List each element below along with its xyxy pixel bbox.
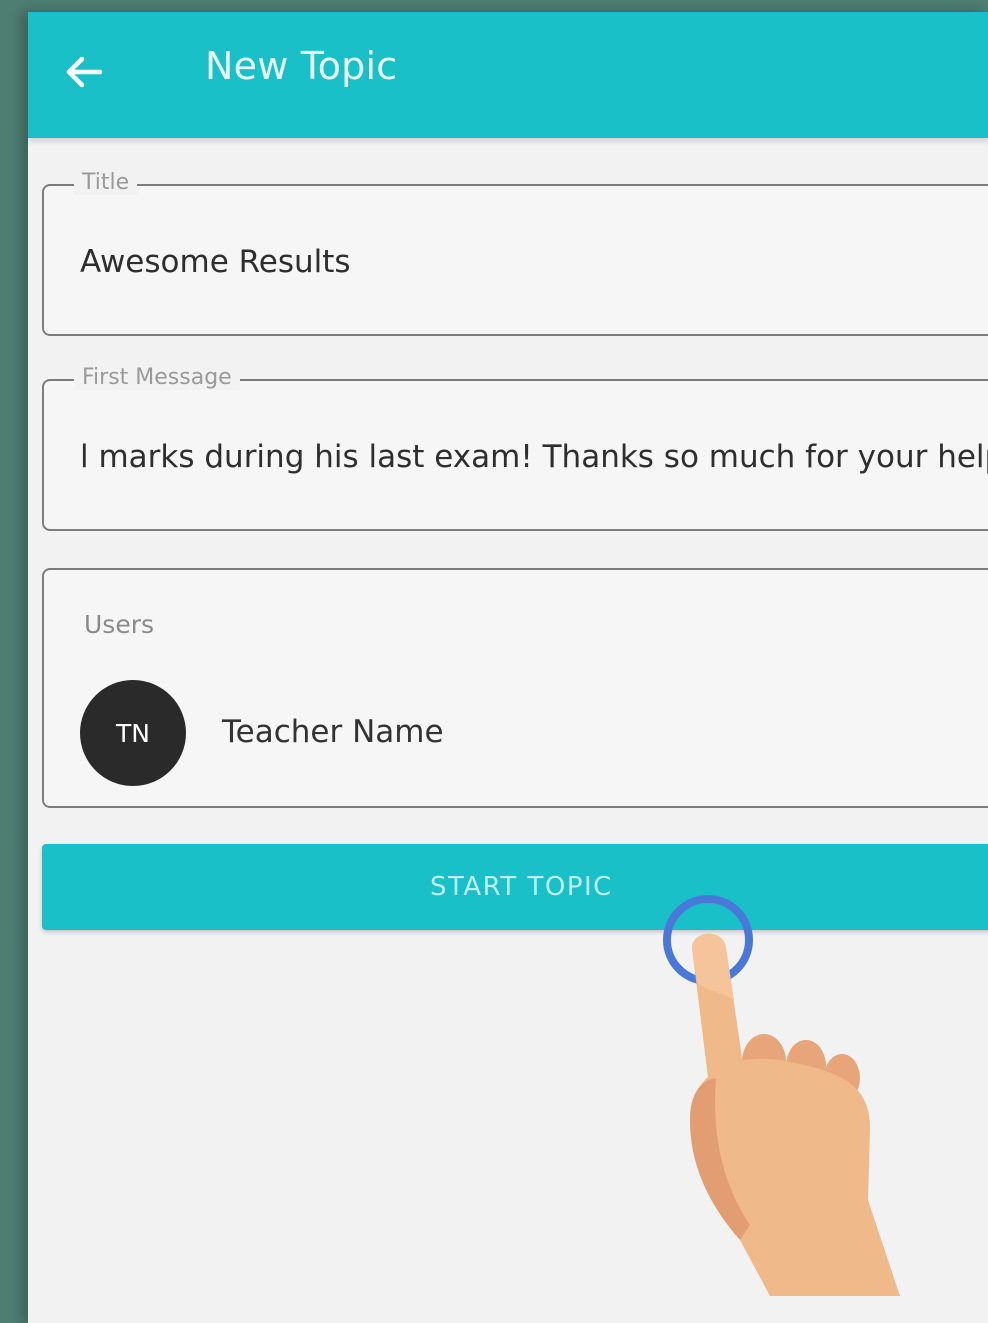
- app-screen: New Topic Title Awesome Results First Me…: [28, 12, 988, 1323]
- user-name: Teacher Name: [222, 714, 444, 750]
- start-topic-button[interactable]: START TOPIC: [42, 844, 988, 930]
- users-panel: Users TN Teacher Name: [42, 568, 988, 808]
- users-label: Users: [84, 610, 155, 639]
- first-message-field-value: l marks during his last exam! Thanks so …: [80, 439, 988, 475]
- back-button[interactable]: [54, 42, 114, 102]
- start-topic-button-label: START TOPIC: [430, 872, 613, 902]
- app-bar: New Topic: [28, 12, 988, 138]
- first-message-field-label: First Message: [74, 365, 240, 390]
- arrow-left-icon: [66, 56, 103, 88]
- first-message-field[interactable]: First Message l marks during his last ex…: [42, 365, 988, 531]
- title-field-value: Awesome Results: [80, 244, 351, 280]
- page-title: New Topic: [205, 44, 398, 88]
- title-field[interactable]: Title Awesome Results: [42, 170, 988, 336]
- avatar: TN: [80, 680, 186, 786]
- title-field-label: Title: [74, 170, 138, 195]
- avatar-initials: TN: [116, 718, 150, 748]
